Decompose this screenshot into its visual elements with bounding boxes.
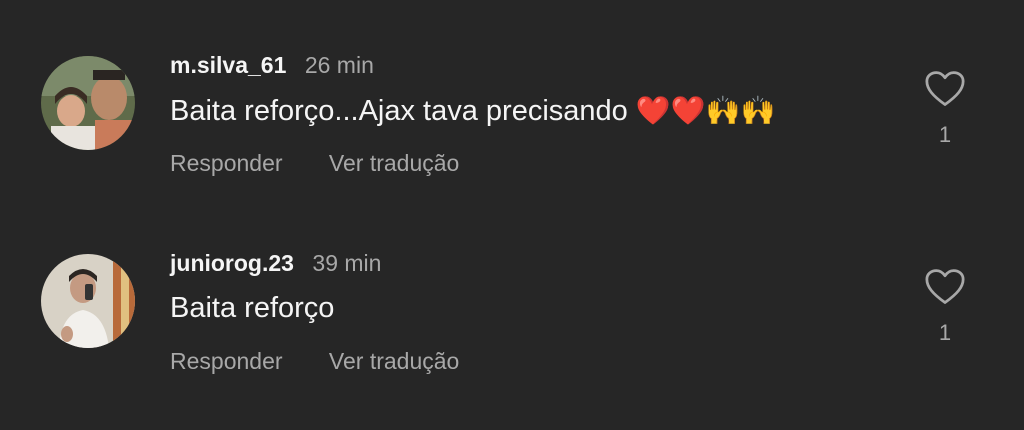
avatar-photo-icon [41, 56, 135, 150]
like-control: 1 [922, 70, 968, 148]
like-count: 1 [938, 122, 952, 147]
reply-button[interactable]: Responder [170, 150, 283, 176]
comment-body: Baita reforço...Ajax tava precisando [170, 95, 636, 127]
username[interactable]: m.silva_61 [170, 52, 286, 78]
comment-item: juniorog.23 39 min Baita reforço Respond… [0, 240, 1024, 430]
like-control: 1 [922, 268, 968, 346]
timestamp: 26 min [304, 52, 374, 78]
translate-button[interactable]: Ver tradução [329, 150, 459, 176]
comment-actions: Responder Ver tradução [170, 150, 459, 177]
comment-actions: Responder Ver tradução [170, 348, 459, 375]
avatar[interactable] [41, 254, 135, 348]
heart-outline-icon[interactable] [924, 268, 966, 306]
comment-text: Baita reforço [170, 292, 334, 325]
like-count: 1 [938, 320, 952, 345]
avatar[interactable] [41, 56, 135, 150]
reply-button[interactable]: Responder [170, 348, 283, 374]
comment-meta: juniorog.23 39 min [170, 250, 381, 277]
comment-text: Baita reforço...Ajax tava precisando ❤️❤… [170, 94, 775, 128]
comment-item: m.silva_61 26 min Baita reforço...Ajax t… [0, 42, 1024, 232]
translate-button[interactable]: Ver tradução [329, 348, 459, 374]
username[interactable]: juniorog.23 [170, 250, 294, 276]
comment-body: Baita reforço [170, 292, 335, 324]
comment-meta: m.silva_61 26 min [170, 52, 374, 79]
avatar-photo-icon [41, 254, 135, 348]
emoji-reaction-icons: ❤️❤️🙌🙌 [635, 94, 776, 127]
timestamp: 39 min [312, 250, 382, 276]
heart-outline-icon[interactable] [924, 70, 966, 108]
